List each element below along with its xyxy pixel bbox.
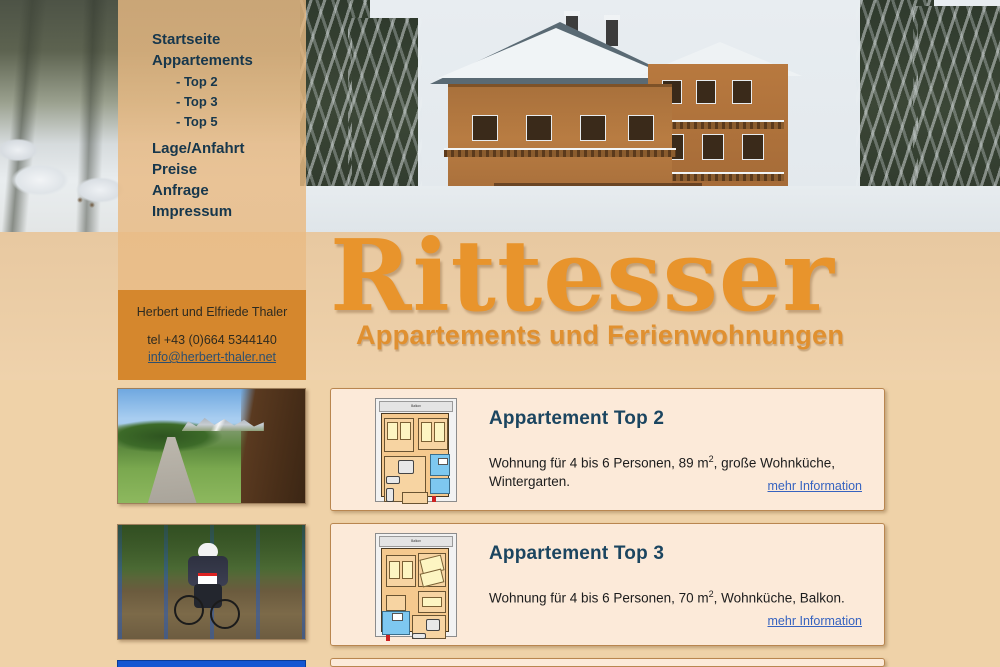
sidebar-item-top-3[interactable]: - Top 3 xyxy=(152,92,306,111)
plan-balkon-label: Balkon xyxy=(379,401,453,412)
sidebar-item-impressum[interactable]: Impressum xyxy=(152,202,306,222)
path-shape xyxy=(147,436,197,503)
page-root: Rittesser Appartements und Ferienwohnung… xyxy=(0,0,1000,667)
card-title: Appartement Top 3 xyxy=(489,543,665,564)
contact-email: info@herbert-thaler.net xyxy=(118,348,306,366)
plan-table xyxy=(426,619,440,631)
plan-kitchen-block xyxy=(386,476,400,484)
sidebar-item-startseite[interactable]: Startseite xyxy=(152,30,306,50)
plan-entry-door xyxy=(386,635,390,641)
plan-body xyxy=(381,548,449,641)
window-shape xyxy=(696,80,716,104)
more-information-link[interactable]: mehr Information xyxy=(768,479,862,493)
plan-room-ar xyxy=(386,595,406,611)
card-text-top-2: Appartement Top 2 Wohnung für 4 bis 6 Pe… xyxy=(457,389,884,510)
contact-owner-name: Herbert und Elfriede Thaler xyxy=(136,305,288,319)
plan-bed xyxy=(387,422,398,440)
plan-kitchen-block xyxy=(412,633,426,639)
main-navigation: Startseite Appartements - Top 2 - Top 3 … xyxy=(118,0,306,222)
balcony-rail xyxy=(444,148,676,157)
floorplan-top-2[interactable]: Balkon xyxy=(375,398,457,504)
window-shape xyxy=(580,115,606,141)
plan-entry-door xyxy=(432,496,436,502)
sidebar-item-appartements[interactable]: Appartements xyxy=(152,51,306,71)
sidebar-item-preise[interactable]: Preise xyxy=(152,160,306,180)
plan-body xyxy=(381,413,450,504)
appartement-card-list: Balkon Appartement Top 2 Wohnung für 4 b… xyxy=(330,388,885,667)
left-photo-column xyxy=(117,388,306,667)
card-desc-before: Wohnung für 4 bis 6 Personen, 89 m xyxy=(489,455,709,471)
card-appartement-next-partial[interactable] xyxy=(330,658,885,667)
sidebar-nav-panel: Startseite Appartements - Top 2 - Top 3 … xyxy=(118,0,306,290)
plan-bed xyxy=(402,561,413,579)
header-main-photo xyxy=(300,0,1000,232)
card-description: Wohnung für 4 bis 6 Personen, 70 m2, Woh… xyxy=(489,585,864,608)
window-shape xyxy=(526,115,552,141)
side-photo-mountainbike[interactable] xyxy=(117,524,306,640)
mountain-range-shape xyxy=(181,417,264,431)
side-photo-meadow[interactable] xyxy=(117,388,306,504)
plan-bed xyxy=(434,422,445,442)
floorplan-top-3[interactable]: Balkon xyxy=(375,533,457,641)
card-appartement-top-3[interactable]: Balkon Appartement Top 3 Wohnung für 4 b… xyxy=(330,523,885,646)
card-appartement-top-2[interactable]: Balkon Appartement Top 2 Wohnung für 4 b… xyxy=(330,388,885,511)
sidebar-item-top-2[interactable]: - Top 2 xyxy=(152,72,306,91)
main-content: Balkon Appartement Top 2 Wohnung für 4 b… xyxy=(0,380,1000,667)
window-shape xyxy=(742,134,764,160)
bike-rider xyxy=(174,543,240,629)
plan-table xyxy=(398,460,414,474)
header-banner: Rittesser Appartements und Ferienwohnung… xyxy=(0,0,1000,380)
card-text-top-3: Appartement Top 3 Wohnung für 4 bis 6 Pe… xyxy=(457,524,884,645)
contact-phone: tel +43 (0)664 5344140 xyxy=(147,333,277,347)
sidebar-item-top-5[interactable]: - Top 5 xyxy=(152,112,306,131)
contact-block: Herbert und Elfriede Thaler tel +43 (0)6… xyxy=(118,290,306,380)
plan-sofa xyxy=(386,488,394,502)
window-shape xyxy=(472,115,498,141)
card-desc-before: Wohnung für 4 bis 6 Personen, 70 m xyxy=(489,590,709,606)
plan-room-vorraum xyxy=(402,492,428,504)
window-shape xyxy=(732,80,752,104)
window-shape xyxy=(702,134,724,160)
bike-wheel xyxy=(210,599,240,629)
card-title: Appartement Top 2 xyxy=(489,408,665,429)
contact-email-link[interactable]: info@herbert-thaler.net xyxy=(148,350,276,364)
more-information-link[interactable]: mehr Information xyxy=(768,614,862,628)
side-banner-blue[interactable] xyxy=(117,660,306,667)
plan-fixture xyxy=(438,458,448,465)
plan-fixture xyxy=(392,613,403,621)
window-shape xyxy=(628,115,654,141)
plan-balkon-label: Balkon xyxy=(379,536,453,547)
bike-wheel xyxy=(174,595,204,625)
sidebar-item-lage-anfahrt[interactable]: Lage/Anfahrt xyxy=(152,139,306,159)
plan-bed xyxy=(389,561,400,579)
plan-bed xyxy=(421,422,432,442)
plan-room-ar xyxy=(430,478,450,494)
snow-field xyxy=(300,186,1000,232)
card-desc-after: , Wohnküche, Balkon. xyxy=(713,590,845,606)
plan-bed xyxy=(422,597,442,607)
sidebar-item-anfrage[interactable]: Anfrage xyxy=(152,181,306,201)
plan-bed xyxy=(400,422,411,440)
